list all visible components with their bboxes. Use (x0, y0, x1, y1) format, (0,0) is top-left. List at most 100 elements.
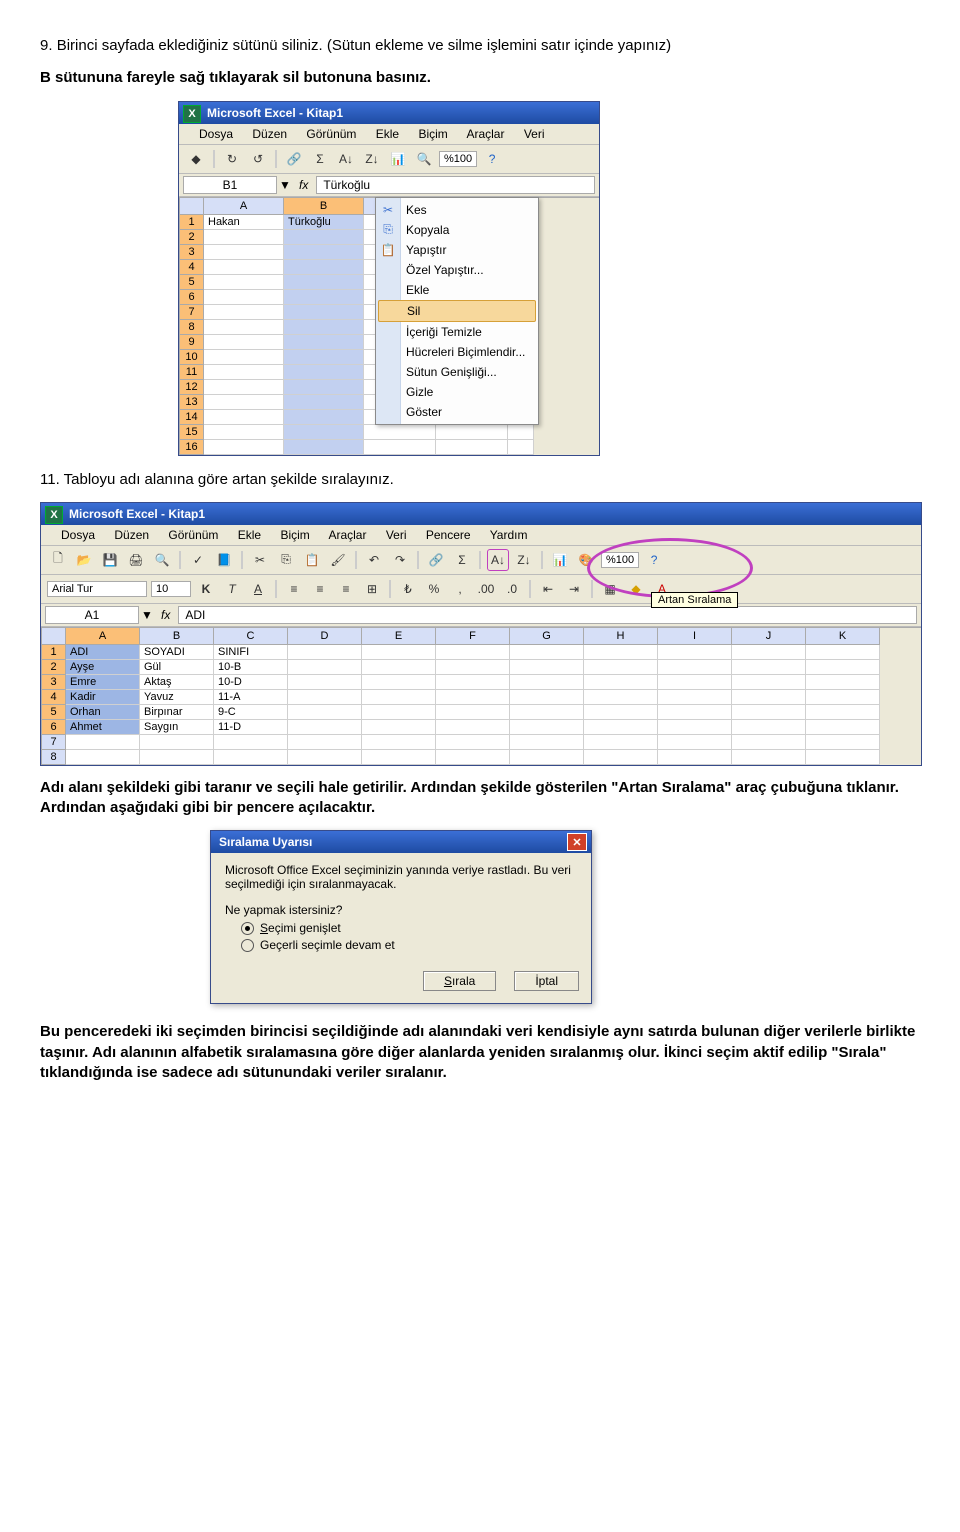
cell[interactable] (288, 750, 362, 765)
row-8[interactable]: 8 (42, 750, 66, 765)
drawing-icon[interactable]: 🎨 (575, 549, 597, 571)
indent-in-icon[interactable]: ⇥ (563, 578, 585, 600)
cell[interactable] (732, 735, 806, 750)
cell[interactable] (584, 645, 658, 660)
col-J[interactable]: J (732, 628, 806, 645)
tb-icon[interactable]: ◆ (185, 148, 207, 170)
paste-icon[interactable]: 📋 (301, 549, 323, 571)
cell[interactable] (510, 660, 584, 675)
cell[interactable] (806, 675, 880, 690)
ctx-item-ekle[interactable]: Ekle (376, 280, 538, 300)
cell[interactable]: Gül (140, 660, 214, 675)
cell[interactable]: Birpınar (140, 705, 214, 720)
underline-icon[interactable]: A (247, 578, 269, 600)
cell[interactable]: Aktaş (140, 675, 214, 690)
menu-gorunum[interactable]: Görünüm (168, 528, 218, 542)
format-painter-icon[interactable]: 🖌 (327, 549, 349, 571)
tb-icon[interactable]: 🔍 (413, 148, 435, 170)
cell[interactable] (436, 735, 510, 750)
cell[interactable] (436, 645, 510, 660)
fx-icon[interactable]: fx (293, 178, 314, 192)
cell[interactable] (510, 720, 584, 735)
cell[interactable] (436, 720, 510, 735)
cell[interactable] (510, 645, 584, 660)
undo-icon[interactable]: ↶ (363, 549, 385, 571)
cell[interactable] (362, 675, 436, 690)
cell[interactable] (510, 705, 584, 720)
cell[interactable] (288, 645, 362, 660)
preview-icon[interactable]: 🔍 (151, 549, 173, 571)
inc-dec-icon[interactable]: .00 (475, 578, 497, 600)
menu-yardim[interactable]: Yardım (490, 528, 528, 542)
menu-veri[interactable]: Veri (524, 127, 545, 141)
menu-ekle[interactable]: Ekle (238, 528, 261, 542)
align-left-icon[interactable]: ≡ (283, 578, 305, 600)
cell[interactable] (436, 675, 510, 690)
menu-veri[interactable]: Veri (386, 528, 407, 542)
cell[interactable] (362, 735, 436, 750)
cell[interactable] (584, 720, 658, 735)
cell[interactable] (732, 645, 806, 660)
context-menu[interactable]: ✂Kes⎘Kopyala📋YapıştırÖzel Yapıştır...Ekl… (375, 197, 539, 425)
cell[interactable] (584, 750, 658, 765)
row-7[interactable]: 7 (42, 735, 66, 750)
merge-icon[interactable]: ⊞ (361, 578, 383, 600)
col-A[interactable]: A (66, 628, 140, 645)
cell[interactable] (288, 675, 362, 690)
cell[interactable]: Yavuz (140, 690, 214, 705)
ctx-item-h-creleri-bi-imlendir-[interactable]: Hücreleri Biçimlendir... (376, 342, 538, 362)
col-B[interactable]: B (284, 198, 364, 215)
cell[interactable] (806, 690, 880, 705)
cell[interactable] (140, 750, 214, 765)
ctx-item-yap-t-r[interactable]: 📋Yapıştır (376, 240, 538, 260)
menubar[interactable]: Dosya Düzen Görünüm Ekle Biçim Araçlar V… (179, 124, 599, 145)
cell[interactable] (806, 645, 880, 660)
tb-icon[interactable]: ↺ (247, 148, 269, 170)
col-A[interactable]: A (204, 198, 284, 215)
cell[interactable] (658, 735, 732, 750)
indent-out-icon[interactable]: ⇤ (537, 578, 559, 600)
cell[interactable]: 10-D (214, 675, 288, 690)
col-K[interactable]: K (806, 628, 880, 645)
zoom-box[interactable]: %100 (439, 151, 477, 167)
copy-icon[interactable]: ⎘ (275, 549, 297, 571)
help-icon[interactable]: ? (643, 549, 665, 571)
cell[interactable]: 9-C (214, 705, 288, 720)
open-icon[interactable]: 📂 (73, 549, 95, 571)
fx-value[interactable]: ADI (178, 606, 917, 624)
col-I[interactable]: I (658, 628, 732, 645)
autosum-icon[interactable]: Σ (451, 549, 473, 571)
cell[interactable] (510, 735, 584, 750)
border-icon[interactable]: ▦ (599, 578, 621, 600)
link-icon[interactable]: 🔗 (425, 549, 447, 571)
cell[interactable] (732, 690, 806, 705)
cell[interactable] (66, 750, 140, 765)
cell[interactable] (214, 735, 288, 750)
cell[interactable] (806, 750, 880, 765)
sort-button[interactable]: Sırala (423, 971, 496, 991)
row-4[interactable]: 4 (42, 690, 66, 705)
ctx-item-sil[interactable]: Sil (378, 300, 536, 322)
cell[interactable] (658, 750, 732, 765)
cancel-button[interactable]: İptal (514, 971, 579, 991)
cell[interactable] (584, 690, 658, 705)
row-3[interactable]: 3 (42, 675, 66, 690)
cell[interactable] (362, 705, 436, 720)
cell[interactable] (658, 645, 732, 660)
row-1[interactable]: 1 (42, 645, 66, 660)
tb-icon[interactable]: 🔗 (283, 148, 305, 170)
spell-icon[interactable]: ✓ (187, 549, 209, 571)
cell[interactable]: Ayşe (66, 660, 140, 675)
row-2[interactable]: 2 (42, 660, 66, 675)
menu-pencere[interactable]: Pencere (426, 528, 471, 542)
cell[interactable]: ADI (66, 645, 140, 660)
cell[interactable] (584, 660, 658, 675)
ctx-item--zel-yap-t-r-[interactable]: Özel Yapıştır... (376, 260, 538, 280)
name-box[interactable]: A1 (45, 606, 139, 624)
cell[interactable] (658, 690, 732, 705)
cell[interactable] (288, 705, 362, 720)
name-box[interactable]: B1 (183, 176, 277, 194)
cell[interactable] (436, 750, 510, 765)
cell[interactable] (214, 750, 288, 765)
size-box[interactable]: 10 (151, 581, 191, 597)
